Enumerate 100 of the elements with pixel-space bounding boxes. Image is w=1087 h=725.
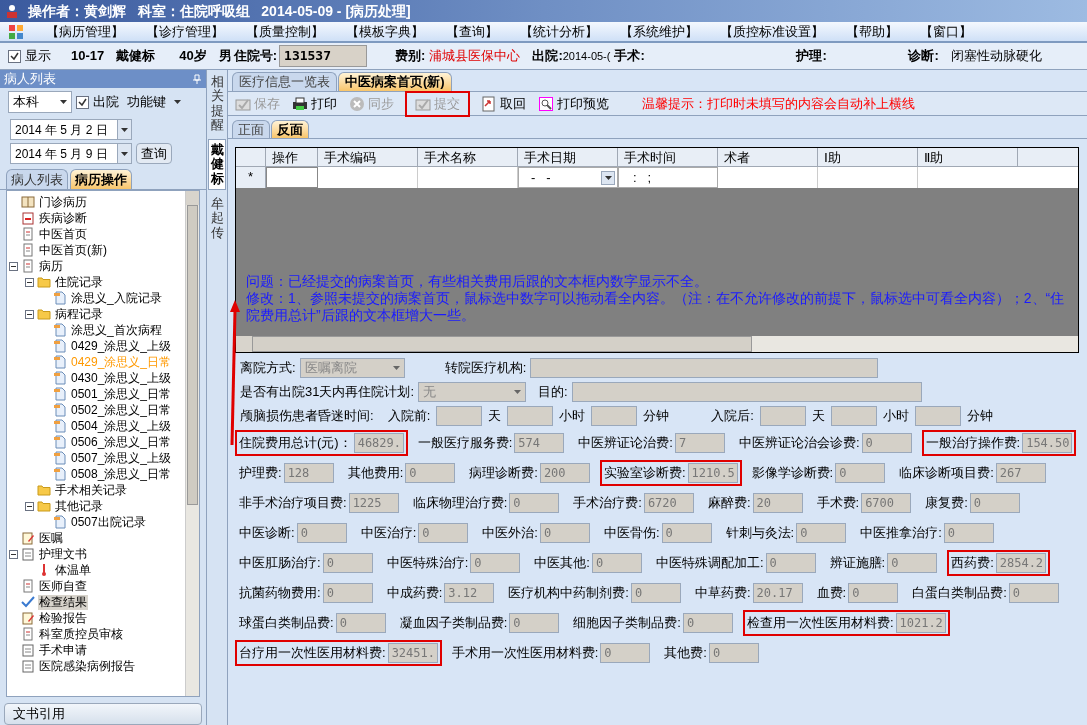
folder-icon	[37, 499, 51, 513]
tree-item[interactable]: 涂思义_入院记录	[70, 290, 163, 306]
tree-item[interactable]: 0507出院记录	[70, 514, 147, 530]
tree-item[interactable]: 0504_涂思义_上级	[70, 418, 173, 434]
query-button[interactable]: 查询	[136, 143, 172, 164]
tree-item[interactable]: 护理文书	[38, 546, 88, 562]
tree-item[interactable]: 体温单	[54, 562, 92, 578]
tree-item[interactable]: 病程记录	[54, 306, 104, 322]
field-label: 医疗机构中药制剂费:	[508, 584, 629, 603]
tree-item[interactable]: 中医首页	[38, 226, 88, 242]
tree-item[interactable]: 0430_涂思义_上级	[70, 370, 173, 386]
document-tab[interactable]: 中医病案首页(新)	[338, 72, 452, 91]
clipboard-icon	[21, 659, 35, 673]
document-icon	[53, 371, 67, 385]
field-label: 西药费:	[951, 554, 994, 573]
toolbar-button[interactable]: 取回	[478, 92, 529, 115]
checkbox[interactable]	[76, 95, 89, 109]
date-cell[interactable]: - -	[518, 167, 618, 188]
collapse-toggle-icon[interactable]	[9, 549, 18, 559]
book-icon	[21, 195, 35, 209]
input-field[interactable]	[759, 406, 806, 426]
side-tab[interactable]: 牟起传	[208, 194, 226, 243]
panel-tab[interactable]: 病历操作	[70, 169, 132, 189]
tree-item[interactable]: 手术相关记录	[54, 482, 128, 498]
field-label: 天	[811, 407, 825, 426]
tree-item[interactable]: 0501_涂思义_日常	[70, 386, 173, 402]
date-from-picker[interactable]: 2014 年 5 月 2 日	[10, 119, 132, 140]
tree-item[interactable]: 病历	[38, 258, 64, 274]
tree-item[interactable]: 医师自查	[38, 578, 88, 594]
collapse-toggle-icon[interactable]	[9, 261, 18, 271]
tree-item[interactable]: 科室质控员审核	[38, 626, 124, 642]
collapse-toggle-icon[interactable]	[25, 309, 34, 319]
menu-item[interactable]: 【模板字典】	[346, 21, 424, 42]
menu-item[interactable]: 【统计分析】	[520, 21, 598, 42]
tree-item[interactable]: 检验报告	[38, 610, 88, 626]
tree-item[interactable]: 医嘱	[38, 530, 64, 546]
time-cell[interactable]: : ;	[618, 167, 718, 188]
input-field[interactable]	[436, 406, 483, 426]
menu-item[interactable]: 【查询】	[446, 21, 498, 42]
toolbar-button[interactable]: 打印预览	[535, 92, 612, 115]
tree-item[interactable]: 疾病诊断	[38, 210, 88, 226]
scrollbar[interactable]	[185, 191, 199, 696]
function-key-dropdown[interactable]: 功能键	[127, 92, 181, 112]
collapse-toggle-icon[interactable]	[25, 501, 34, 511]
tree-item[interactable]: 检查结果	[38, 594, 88, 610]
side-tab[interactable]: 相关提醒	[208, 72, 226, 136]
tree-item[interactable]: 手术申请	[38, 642, 88, 658]
side-tab[interactable]: 戴健标	[208, 139, 226, 191]
tree-item[interactable]: 0429_涂思义_上级	[70, 338, 173, 354]
tree-item[interactable]: 其他记录	[54, 498, 104, 514]
field-label: 实验室诊断费:	[603, 464, 686, 483]
toolbar-button[interactable]: 打印	[289, 92, 340, 115]
menu-item[interactable]: 【系统维护】	[620, 21, 698, 42]
field-label: 白蛋白类制品费:	[912, 584, 1007, 603]
menu-item[interactable]: 【诊疗管理】	[146, 21, 224, 42]
date-to-picker[interactable]: 2014 年 5 月 9 日	[10, 143, 132, 164]
tree-item[interactable]: 中医首页(新)	[38, 242, 108, 258]
tree-item[interactable]: 医院感染病例报告	[38, 658, 136, 674]
input-field[interactable]	[591, 406, 638, 426]
tree-item[interactable]: 0507_涂思义_上级	[70, 450, 173, 466]
menu-item[interactable]: 【质控标准设置】	[720, 21, 824, 42]
horizontal-scrollbar[interactable]	[236, 336, 1078, 352]
folder-icon	[37, 275, 51, 289]
input-field[interactable]	[507, 406, 554, 426]
patient-sex: 男	[218, 47, 232, 66]
document-tab[interactable]: 医疗信息一览表	[232, 72, 337, 91]
input-field[interactable]	[830, 406, 877, 426]
page-tab[interactable]: 正面	[232, 120, 270, 138]
document-reference-button[interactable]: 文书引用	[4, 702, 202, 725]
tree-item[interactable]: 0506_涂思义_日常	[70, 434, 173, 450]
input-field[interactable]	[530, 358, 879, 378]
field-label: 手术用一次性医用材料费:	[451, 644, 599, 663]
checkbox[interactable]	[8, 49, 21, 63]
field-label: 离院方式:	[240, 359, 296, 378]
panel-title: 病人列表	[4, 70, 56, 89]
tip-text: 温馨提示：打印时未填写的内容会自动补上横线	[642, 94, 915, 113]
menu-item[interactable]: 【病历管理】	[46, 21, 124, 42]
tree-item[interactable]: 0502_涂思义_日常	[70, 402, 173, 418]
pin-icon[interactable]	[192, 74, 202, 84]
page-tab[interactable]: 反面	[271, 120, 309, 138]
tree-item[interactable]: 住院记录	[54, 274, 104, 290]
document-icon	[53, 355, 67, 369]
close-circle-icon	[349, 95, 365, 112]
scope-select[interactable]: 本科	[8, 91, 72, 113]
panel-tab[interactable]: 病人列表	[6, 169, 68, 189]
table-cell[interactable]	[266, 167, 318, 188]
dropdown-arrow-icon	[174, 100, 181, 104]
collapse-toggle-icon[interactable]	[25, 277, 34, 287]
field-label: 手术费:	[816, 494, 860, 513]
menu-item[interactable]: 【窗口】	[920, 21, 972, 42]
document-icon	[53, 435, 67, 449]
tree-item[interactable]: 涂思义_首次病程	[70, 322, 163, 338]
tree-item[interactable]: 0508_涂思义_日常	[70, 466, 173, 482]
dropdown-arrow-icon	[514, 390, 522, 394]
menu-item[interactable]: 【帮助】	[846, 21, 898, 42]
input-field[interactable]	[571, 382, 922, 402]
menu-item[interactable]: 【质量控制】	[246, 21, 324, 42]
field-label: 临床诊断项目费:	[899, 464, 994, 483]
tree-item[interactable]: 门诊病历	[38, 194, 88, 210]
input-field[interactable]	[914, 406, 961, 426]
